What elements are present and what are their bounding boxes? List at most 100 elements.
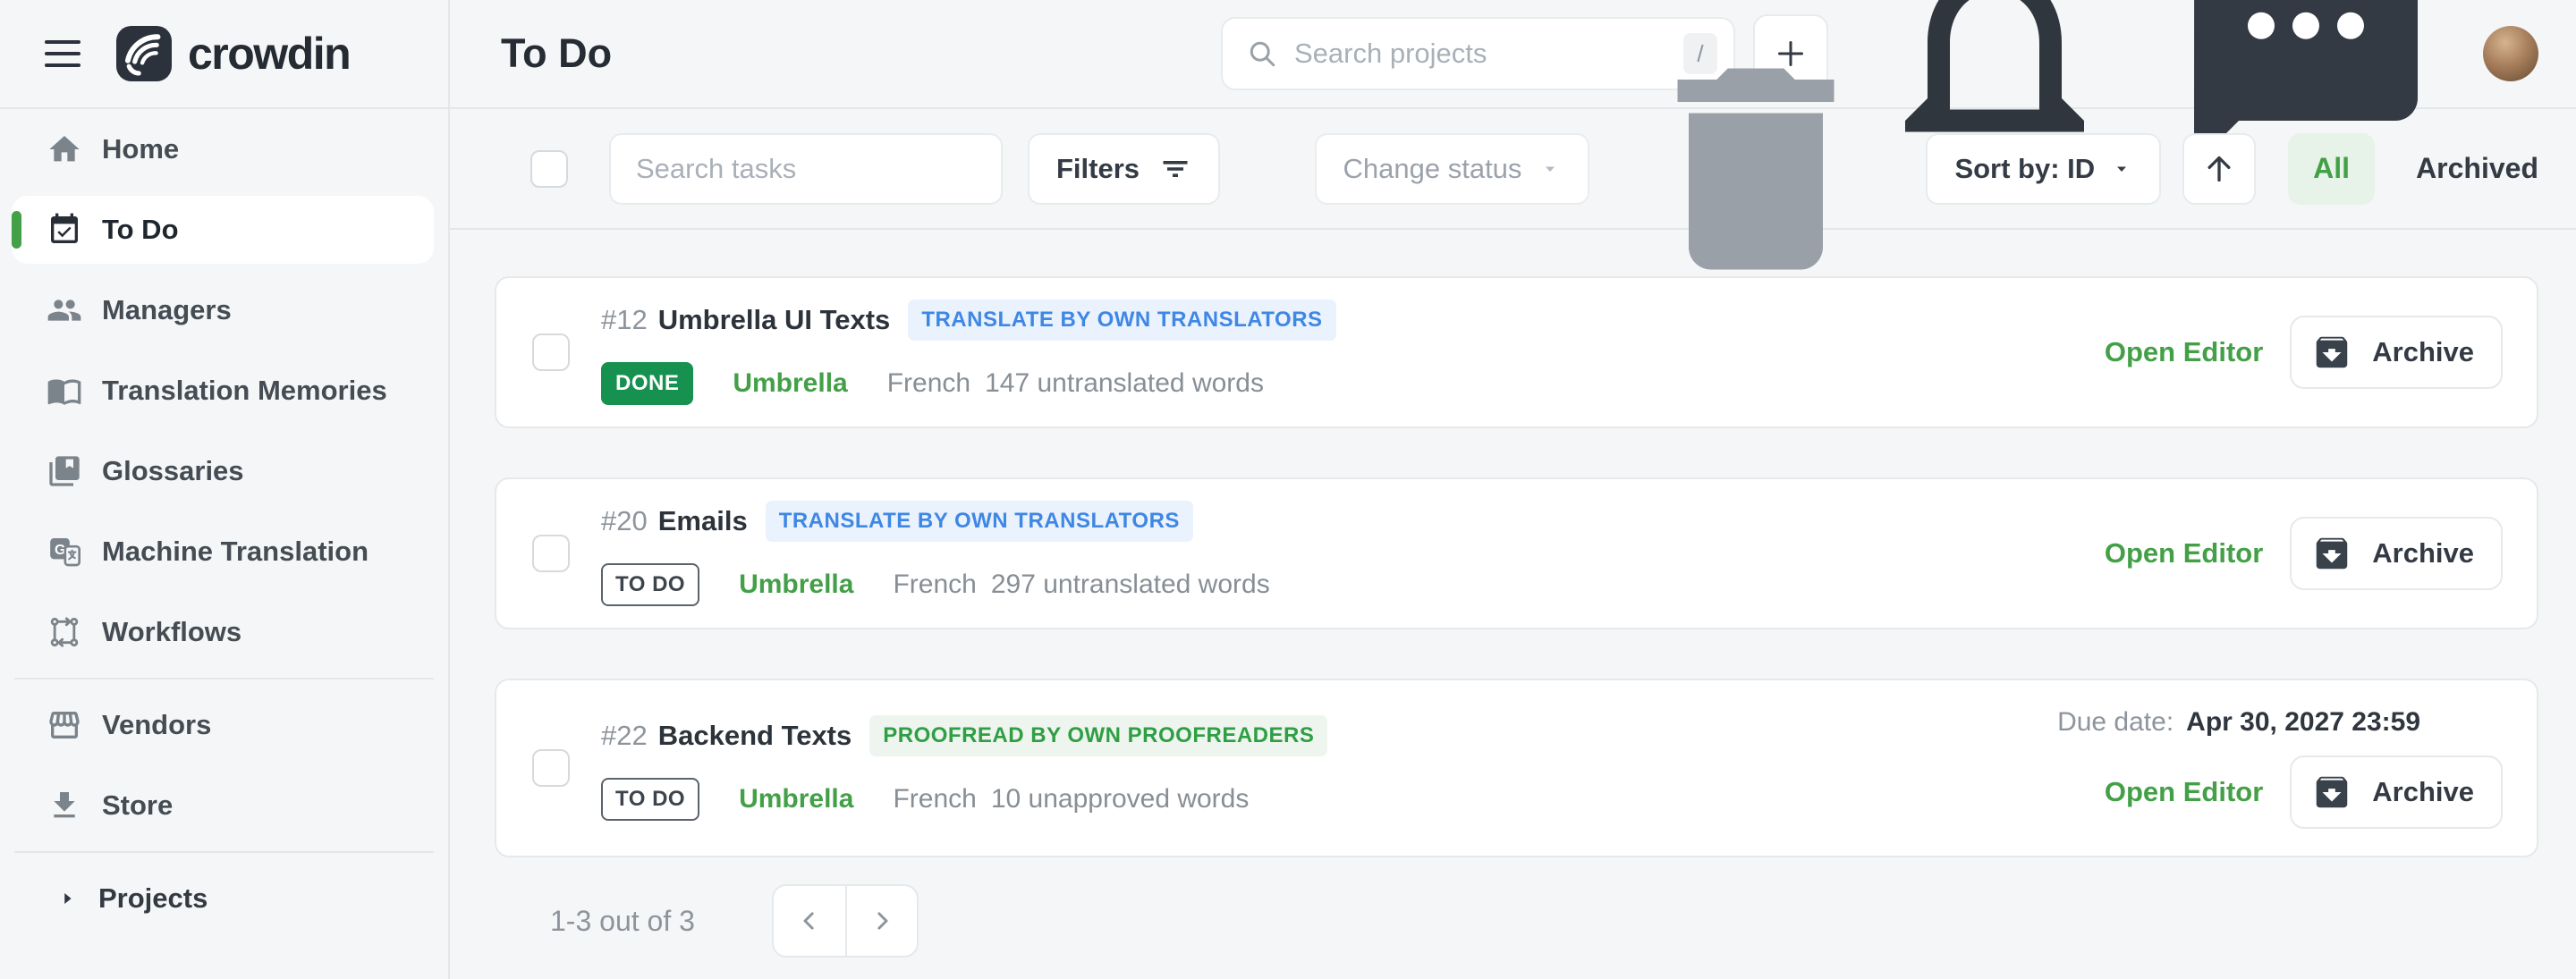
main-header: To Do /	[450, 0, 2576, 109]
sidebar-item-store[interactable]: Store	[0, 765, 448, 846]
change-status-label: Change status	[1343, 153, 1522, 185]
open-editor-link[interactable]: Open Editor	[2105, 776, 2263, 808]
sidebar-item-workflows[interactable]: Workflows	[0, 592, 448, 672]
sidebar-item-label: Vendors	[102, 709, 211, 741]
archive-icon	[2311, 332, 2352, 373]
sidebar-item-machine-translation[interactable]: GMachine Translation	[0, 511, 448, 592]
task-title-row: #20EmailsTRANSLATE BY OWN TRANSLATORS	[601, 501, 1270, 542]
hamburger-menu-icon[interactable]	[45, 40, 80, 67]
archive-icon	[2311, 533, 2352, 574]
glossary-book-icon	[47, 453, 82, 489]
sort-dropdown-label: Sort by: ID	[1954, 153, 2095, 185]
archive-button[interactable]: Archive	[2290, 316, 2503, 389]
task-meta: French297 untranslated words	[893, 570, 1269, 600]
svg-text:G: G	[55, 543, 65, 558]
tab-all[interactable]: All	[2288, 133, 2375, 205]
filter-icon	[1159, 153, 1191, 185]
sidebar-item-vendors[interactable]: Vendors	[0, 685, 448, 765]
tab-archived[interactable]: Archived	[2416, 152, 2538, 185]
crowdin-logo[interactable]: crowdin	[116, 26, 350, 81]
due-date-value: Apr 30, 2027 23:59	[2186, 707, 2420, 738]
open-book-icon	[47, 373, 82, 409]
task-id: #22	[601, 720, 648, 752]
home-icon	[47, 131, 82, 167]
due-date: Due date:Apr 30, 2027 23:59	[2057, 707, 2420, 738]
sidebar-item-projects[interactable]: Projects	[0, 858, 448, 939]
select-all-checkbox[interactable]	[530, 150, 568, 188]
task-card-actions: Open Editor Archive	[2105, 316, 2503, 389]
workflow-badge: PROOFREAD BY OWN PROOFREADERS	[869, 715, 1327, 756]
chevron-down-icon	[2111, 158, 2132, 180]
task-meta-row: TO DO Umbrella French10 unapproved words	[601, 778, 1327, 821]
chevron-left-icon	[796, 907, 823, 934]
project-link[interactable]: Umbrella	[739, 570, 853, 600]
project-link[interactable]: Umbrella	[739, 784, 853, 814]
change-status-dropdown[interactable]: Change status	[1315, 133, 1590, 205]
task-meta: French10 unapproved words	[893, 784, 1249, 814]
status-badge: TO DO	[601, 563, 699, 606]
sidebar-item-label: Projects	[98, 882, 208, 915]
search-tasks-box	[609, 133, 1003, 205]
brand-wordmark: crowdin	[188, 28, 350, 80]
open-editor-link[interactable]: Open Editor	[2105, 537, 2263, 570]
sidebar-item-label: Managers	[102, 294, 232, 326]
arrow-up-icon	[2201, 151, 2237, 187]
status-badge: TO DO	[601, 778, 699, 821]
sidebar-item-translation-memories[interactable]: Translation Memories	[0, 350, 448, 431]
task-checkbox[interactable]	[532, 749, 570, 787]
tasks-toolbar: Filters Change status Sort by: ID All Ar…	[450, 109, 2576, 230]
task-card-actions: Due date:Apr 30, 2027 23:59 Open Editor Ar…	[2057, 707, 2503, 829]
main-area: To Do / Filters	[450, 0, 2576, 979]
search-icon	[1246, 38, 1278, 70]
caret-right-icon	[57, 889, 77, 908]
sidebar-item-glossaries[interactable]: Glossaries	[0, 431, 448, 511]
next-page-button[interactable]	[845, 886, 917, 956]
sidebar-item-home[interactable]: Home	[0, 109, 448, 190]
sidebar-divider	[14, 851, 434, 853]
sidebar-item-label: Home	[102, 133, 179, 165]
sidebar-divider	[14, 678, 434, 679]
sidebar-item-label: Store	[102, 789, 173, 822]
previous-page-button[interactable]	[774, 886, 845, 956]
search-tasks-input[interactable]	[636, 153, 976, 185]
pagination: 1-3 out of 3	[450, 884, 2576, 958]
task-card: #22Backend TextsPROOFREAD BY OWN PROOFRE…	[495, 679, 2538, 857]
app-root: crowdin Home To Do Managers Translation Mem…	[0, 0, 2576, 979]
project-link[interactable]: Umbrella	[733, 368, 847, 399]
archive-button-label: Archive	[2372, 336, 2474, 368]
task-card-content: #20EmailsTRANSLATE BY OWN TRANSLATORS TO …	[601, 501, 1270, 606]
task-card-actions: Open Editor Archive	[2105, 517, 2503, 590]
sidebar-item-managers[interactable]: Managers	[0, 270, 448, 350]
sidebar-item-label: To Do	[102, 214, 179, 246]
task-card-content: #12Umbrella UI TextsTRANSLATE BY OWN TRA…	[601, 300, 1336, 405]
task-action-row: Open Editor Archive	[2105, 517, 2503, 590]
user-avatar[interactable]	[2483, 26, 2538, 81]
archive-button[interactable]: Archive	[2290, 755, 2503, 829]
sidebar-item-label: Workflows	[102, 616, 242, 648]
task-checkbox[interactable]	[532, 535, 570, 572]
status-badge: DONE	[601, 362, 693, 405]
task-checkbox[interactable]	[532, 333, 570, 371]
storefront-icon	[47, 707, 82, 743]
sidebar-item-to-do[interactable]: To Do	[12, 196, 434, 264]
task-id: #12	[601, 304, 648, 336]
task-card-content: #22Backend TextsPROOFREAD BY OWN PROOFRE…	[601, 715, 1327, 821]
task-language: French	[893, 570, 976, 600]
sort-direction-button[interactable]	[2182, 133, 2256, 205]
task-language: French	[893, 784, 976, 814]
machine-translation-icon: G	[47, 534, 82, 570]
open-editor-link[interactable]: Open Editor	[2105, 336, 2263, 368]
task-meta-row: TO DO Umbrella French297 untranslated word…	[601, 563, 1270, 606]
task-card: #20EmailsTRANSLATE BY OWN TRANSLATORS TO …	[495, 477, 2538, 629]
search-projects-input[interactable]	[1294, 38, 1667, 70]
pager-group	[772, 884, 919, 958]
sort-dropdown[interactable]: Sort by: ID	[1926, 133, 2161, 205]
task-action-row: Open Editor Archive	[2105, 755, 2503, 829]
sidebar-item-label: Translation Memories	[102, 375, 387, 407]
workflows-icon	[47, 614, 82, 650]
task-title-row: #22Backend TextsPROOFREAD BY OWN PROOFRE…	[601, 715, 1327, 756]
filters-button-label: Filters	[1056, 153, 1140, 185]
archive-button[interactable]: Archive	[2290, 517, 2503, 590]
filters-button[interactable]: Filters	[1028, 133, 1220, 205]
crowdin-logo-icon	[116, 26, 172, 81]
